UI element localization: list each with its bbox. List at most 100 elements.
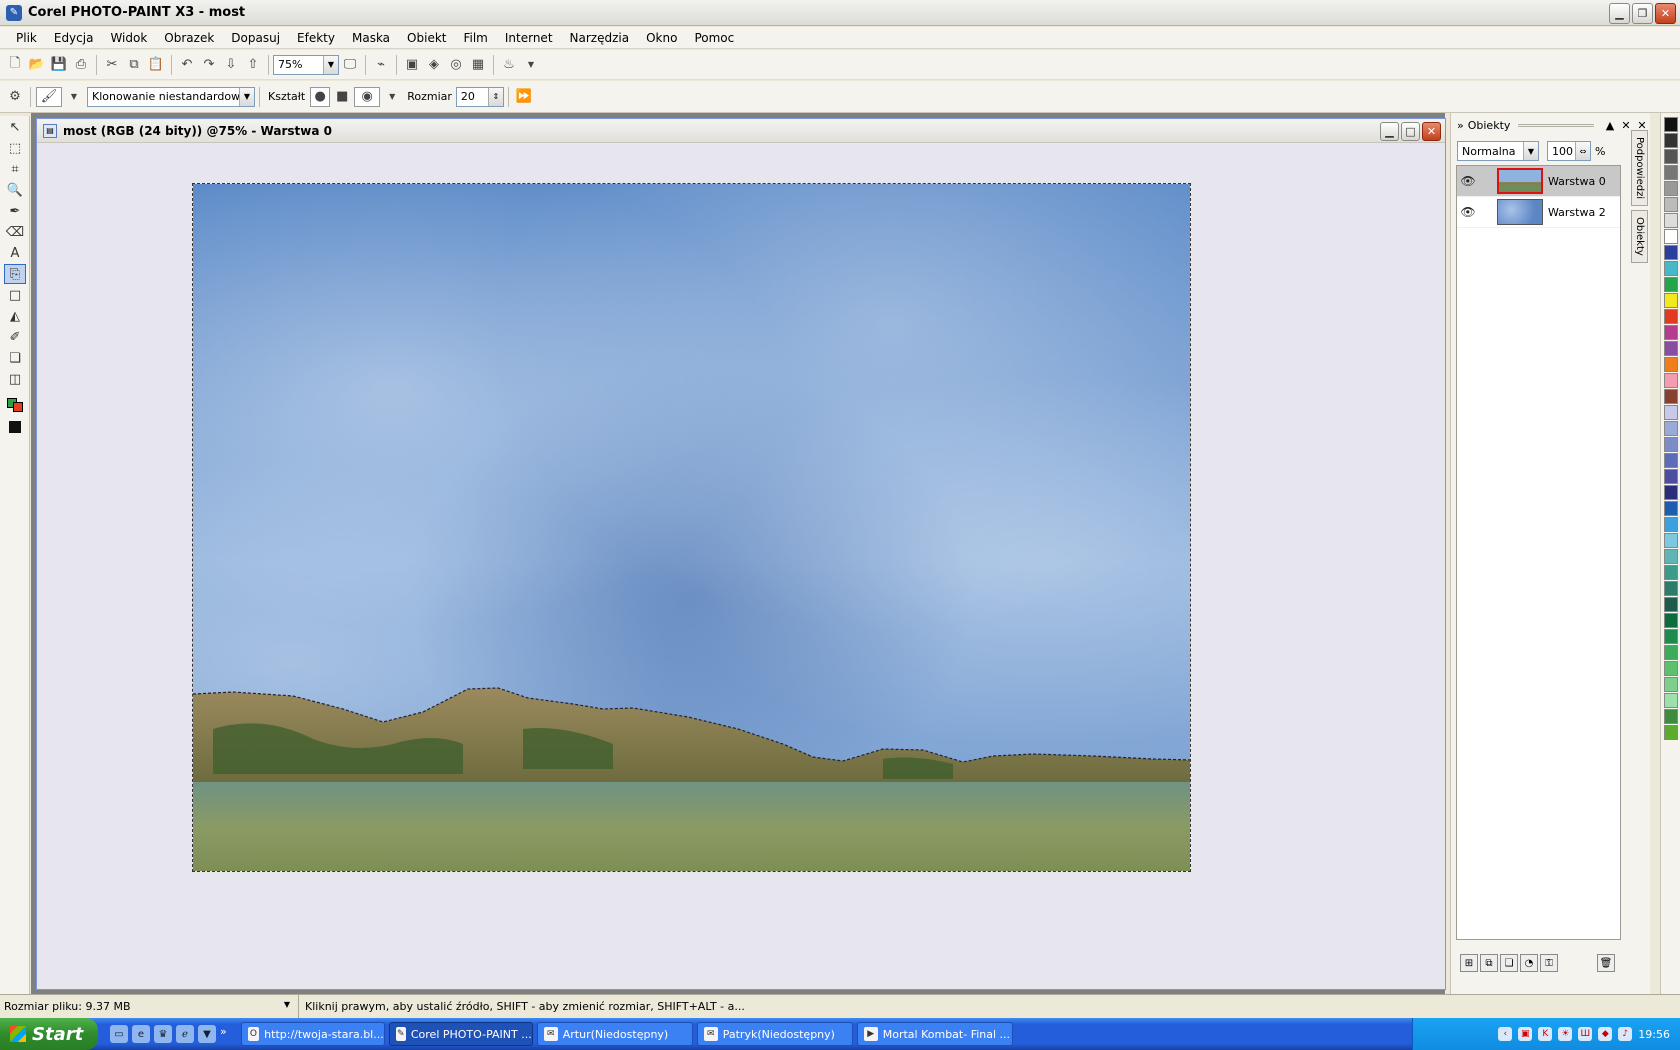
size-stepper[interactable]: 20 ⇕ (455, 86, 504, 107)
pick-tool-icon[interactable]: ↖ (4, 117, 26, 137)
color-swatch[interactable] (1663, 197, 1678, 212)
mask-color-swatch-icon[interactable] (4, 417, 26, 437)
quick-launch-browser-icon[interactable]: e (132, 1025, 150, 1043)
chevron-down-icon[interactable]: ▼ (239, 87, 254, 106)
mask-icon[interactable]: ⌁ (371, 55, 391, 75)
opacity-stepper[interactable]: 100 ⇔ (1547, 141, 1591, 161)
color-swatch[interactable] (1663, 149, 1678, 164)
spin-arrows-icon[interactable]: ⇕ (487, 87, 503, 106)
color-swatch[interactable] (1663, 709, 1678, 724)
menu-dopasuj[interactable]: Dopasuj (225, 31, 291, 45)
color-swatch[interactable] (1663, 213, 1678, 228)
color-swatch[interactable] (1663, 517, 1678, 532)
eye-icon[interactable]: 👁 (1457, 205, 1479, 219)
color-swatch[interactable] (1663, 245, 1678, 260)
color-swatch[interactable] (1663, 485, 1678, 500)
clone-tool-icon[interactable]: ⎘ (4, 264, 26, 284)
color-swatch[interactable] (1663, 549, 1678, 564)
round-nib-icon[interactable]: ● (310, 86, 331, 107)
expand-toolbar-icon[interactable]: ⏩ (514, 87, 534, 107)
color-swatch[interactable] (1663, 325, 1678, 340)
color-swatch[interactable] (1663, 293, 1678, 308)
tray-language-icon[interactable]: Ш (1578, 1027, 1593, 1041)
menu-edycja[interactable]: Edycja (48, 31, 105, 45)
color-swatch[interactable] (1663, 309, 1678, 324)
menu-obiekt[interactable]: Obiekt (401, 31, 457, 45)
chevron-down-icon[interactable]: ▼ (1523, 142, 1538, 160)
object-marquee-icon[interactable]: ◈ (424, 55, 444, 75)
quick-launch-ie-icon[interactable]: ℯ (176, 1025, 194, 1043)
combine-objects-icon[interactable]: ❏ (1500, 954, 1518, 972)
tray-network-icon[interactable]: ▣ (1518, 1027, 1533, 1041)
color-swatch[interactable] (1663, 357, 1678, 372)
color-swatch[interactable] (1663, 181, 1678, 196)
color-swatch[interactable] (1663, 469, 1678, 484)
document-close-button[interactable]: ✕ (1422, 122, 1441, 141)
trash-icon[interactable]: 🗑 (1597, 954, 1615, 972)
quick-launch-app-icon[interactable]: ♛ (154, 1025, 172, 1043)
export-icon[interactable]: ⇧ (243, 55, 263, 75)
zoom-tool-icon[interactable]: 🔍 (4, 180, 26, 200)
new-from-mask-icon[interactable]: ⧉ (1480, 954, 1498, 972)
color-swatch[interactable] (1663, 373, 1678, 388)
color-swatch[interactable] (1663, 677, 1678, 692)
color-swatch[interactable] (1663, 117, 1678, 132)
color-swatch[interactable] (1663, 645, 1678, 660)
chevron-down-icon[interactable]: ▼ (64, 87, 84, 107)
taskbar-item[interactable]: ✉ Patryk(Niedostępny) (696, 1022, 853, 1046)
text-tool-icon[interactable]: A (4, 243, 26, 263)
paint-tool-icon[interactable]: ✐ (4, 327, 26, 347)
menu-pomoc[interactable]: Pomoc (688, 31, 745, 45)
chevron-down-icon[interactable]: ▼ (382, 87, 402, 107)
layer-row[interactable]: 👁 Warstwa 2 (1457, 197, 1620, 228)
chevron-down-icon[interactable]: ▼ (323, 55, 338, 74)
taskbar-item[interactable]: ✎ Corel PHOTO-PAINT ... (388, 1022, 533, 1046)
save-icon[interactable]: 💾 (49, 55, 69, 75)
import-icon[interactable]: ⇩ (221, 55, 241, 75)
eyedropper-tool-icon[interactable]: ✒ (4, 201, 26, 221)
corel-app-icon[interactable]: ✎ (6, 4, 22, 21)
menu-film[interactable]: Film (457, 31, 498, 45)
tray-sun-icon[interactable]: ☀ (1558, 1027, 1573, 1041)
tray-volume-icon[interactable]: ♪ (1618, 1027, 1633, 1041)
document-minimize-button[interactable]: ▁ (1380, 122, 1399, 141)
color-swatch[interactable] (1663, 229, 1678, 244)
copy-icon[interactable]: ⧉ (124, 55, 144, 75)
square-nib-icon[interactable]: ■ (332, 87, 352, 107)
chevron-down-icon[interactable]: ▼ (521, 55, 541, 75)
lock-mask-icon[interactable]: ▦ (468, 55, 488, 75)
eraser-tool-icon[interactable]: ⌫ (4, 222, 26, 242)
color-swatch[interactable] (1663, 501, 1678, 516)
tool-settings-icon[interactable]: ⚙ (5, 87, 25, 107)
image-canvas[interactable] (192, 183, 1191, 872)
menu-efekty[interactable]: Efekty (291, 31, 346, 45)
color-swatch[interactable] (1663, 421, 1678, 436)
color-swatch[interactable] (1663, 405, 1678, 420)
color-swatch[interactable] (1663, 581, 1678, 596)
tray-antivirus-icon[interactable]: K (1538, 1027, 1553, 1041)
mask-marquee-icon[interactable]: ▣ (402, 55, 422, 75)
full-screen-preview-icon[interactable]: 🖵 (340, 55, 360, 75)
color-swatch[interactable] (1663, 389, 1678, 404)
quick-launch-app2-icon[interactable]: ▼ (198, 1025, 216, 1043)
color-swatch[interactable] (1663, 725, 1678, 740)
opacity-slider-icon[interactable]: ⇔ (1575, 142, 1590, 160)
new-file-icon[interactable]: 🗋 (5, 55, 25, 75)
color-swatch[interactable] (1663, 693, 1678, 708)
tray-alert-icon[interactable]: ◆ (1598, 1027, 1613, 1041)
restore-button[interactable]: ❐ (1632, 3, 1653, 24)
quick-launch-desktop-icon[interactable]: ▭ (110, 1025, 128, 1043)
color-swatch[interactable] (1663, 277, 1678, 292)
taskbar-item[interactable]: ✉ Artur(Niedostępny) (536, 1022, 693, 1046)
chevron-down-icon[interactable]: ▼ (284, 1000, 290, 1013)
menu-widok[interactable]: Widok (104, 31, 158, 45)
color-swatch[interactable] (1663, 629, 1678, 644)
fill-tool-icon[interactable]: ◭ (4, 306, 26, 326)
color-swatch[interactable] (1663, 661, 1678, 676)
new-object-icon[interactable]: ⊞ (1460, 954, 1478, 972)
object-properties-icon[interactable]: ◔ (1520, 954, 1538, 972)
brush-preset-icon[interactable]: 🖌 (36, 86, 62, 107)
brush-type-combo[interactable]: Klonowanie niestandardowe ▼ (87, 86, 255, 107)
close-button[interactable]: ✕ (1655, 3, 1676, 24)
clock[interactable]: 19:56 (1638, 1028, 1670, 1041)
